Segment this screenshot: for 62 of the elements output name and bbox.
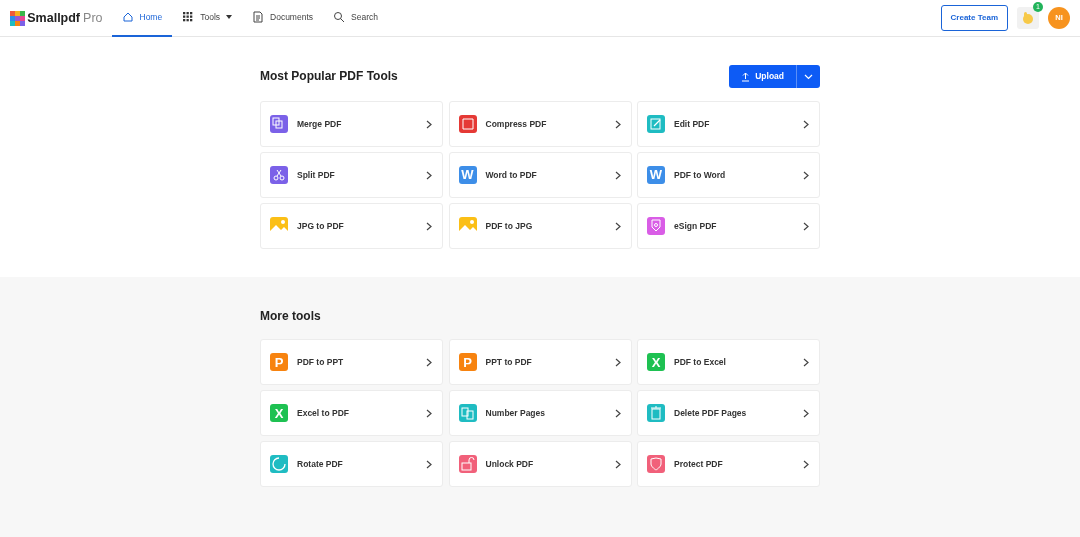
letter-icon: X xyxy=(647,353,665,372)
chevron-right-icon xyxy=(803,408,809,418)
search-icon xyxy=(333,11,346,23)
letter-icon: P xyxy=(270,353,288,372)
tool-card[interactable]: W PDF to Word xyxy=(637,152,820,198)
brand-name[interactable]: Smallpdf xyxy=(27,8,81,28)
upload-button[interactable]: Upload xyxy=(729,65,796,88)
nav-tab[interactable]: Search xyxy=(323,0,388,37)
tool-card[interactable]: Merge PDF xyxy=(260,101,443,147)
letter-icon: X xyxy=(270,404,288,423)
tool-card[interactable]: Rotate PDF xyxy=(260,441,443,488)
tool-card[interactable]: Delete PDF Pages xyxy=(637,390,820,437)
hand-icon xyxy=(1021,11,1035,25)
tool-card[interactable]: Protect PDF xyxy=(637,441,820,488)
tool-card[interactable]: Split PDF xyxy=(260,152,443,198)
dropdown-button[interactable] xyxy=(796,65,820,88)
tool-card[interactable]: Edit PDF xyxy=(637,101,820,147)
tool-card[interactable]: X PDF to Excel xyxy=(637,339,820,386)
tool-card[interactable]: P PDF to PPT xyxy=(260,339,443,386)
chevron-right-icon xyxy=(803,357,809,367)
nav-tab[interactable]: Documents xyxy=(242,0,324,37)
chevron-right-icon xyxy=(426,170,432,180)
tool-card[interactable]: JPG to PDF xyxy=(260,203,443,249)
chevron-right-icon xyxy=(803,459,809,469)
chevron-right-icon xyxy=(614,170,621,180)
logo-icon xyxy=(10,10,25,26)
chevron-right-icon xyxy=(426,459,432,469)
chevron-right-icon xyxy=(426,119,432,129)
chevron-right-icon xyxy=(426,221,432,231)
grid-icon xyxy=(182,11,195,23)
chevron-right-icon xyxy=(614,119,621,129)
letter-icon: W xyxy=(647,166,665,184)
document-icon xyxy=(252,11,265,23)
tool-card[interactable]: Number Pages xyxy=(448,390,632,437)
chevron-right-icon xyxy=(614,408,621,418)
tool-card[interactable]: X Excel to PDF xyxy=(260,390,443,437)
upload-icon xyxy=(741,71,751,82)
home-icon xyxy=(121,11,134,23)
chevron-right-icon xyxy=(803,221,809,231)
section-title: Most Popular PDF Tools xyxy=(260,69,398,84)
tool-card[interactable]: P PPT to PDF xyxy=(448,339,632,386)
chevron-right-icon xyxy=(426,408,432,418)
chevron-down-icon xyxy=(804,73,813,80)
chevron-right-icon xyxy=(426,357,432,367)
tool-card[interactable]: Compress PDF xyxy=(448,101,632,147)
letter-icon: W xyxy=(458,166,477,184)
plan-label: Pro xyxy=(83,9,103,27)
nav-tab[interactable]: Tools xyxy=(172,0,243,37)
chevron-right-icon xyxy=(803,170,809,180)
caret-icon xyxy=(226,15,233,19)
section-title: More tools xyxy=(260,309,321,324)
chevron-right-icon xyxy=(614,459,621,469)
notification-button[interactable] xyxy=(1017,7,1039,29)
tool-card[interactable]: W Word to PDF xyxy=(448,152,632,198)
tool-card[interactable]: PDF to JPG xyxy=(448,203,632,249)
chevron-right-icon xyxy=(614,357,621,367)
create-team-button[interactable]: Create Team xyxy=(940,5,1008,31)
chevron-right-icon xyxy=(614,221,621,231)
letter-icon: P xyxy=(458,353,477,372)
tool-card[interactable]: Unlock PDF xyxy=(448,441,632,488)
chevron-right-icon xyxy=(803,119,809,129)
tool-card[interactable]: eSign PDF xyxy=(637,203,820,249)
